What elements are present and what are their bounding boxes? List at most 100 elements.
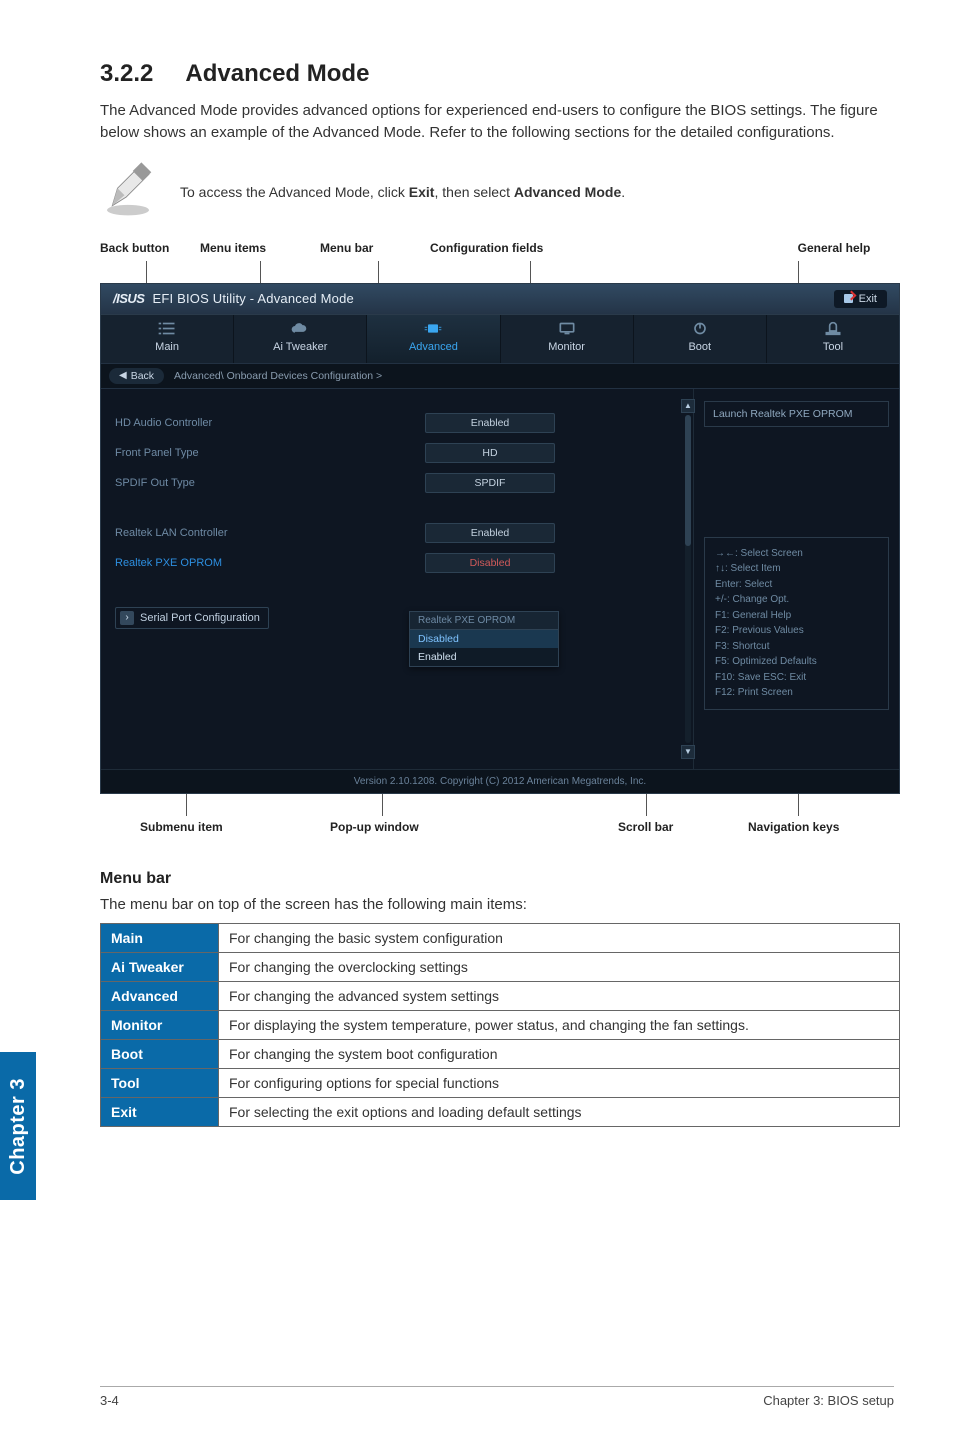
exit-icon (844, 294, 853, 303)
row-hd-audio-value[interactable]: Enabled (425, 413, 555, 433)
chevron-right-icon: › (120, 611, 134, 625)
note-row: To access the Advanced Mode, click Exit,… (100, 162, 894, 223)
section-title-text: Advanced Mode (185, 60, 369, 87)
table-key: Tool (101, 1068, 219, 1097)
bios-title: EFI BIOS Utility - Advanced Mode (152, 291, 353, 306)
navkey-line: F5: Optimized Defaults (715, 654, 878, 670)
table-row: AdvancedFor changing the advanced system… (101, 981, 900, 1010)
navkey-line: ↑↓: Select Item (715, 561, 878, 577)
tab-boot[interactable]: Boot (634, 315, 767, 363)
bios-breadcrumb-row: ◀ Back Advanced\ Onboard Devices Configu… (101, 363, 899, 389)
scroll-up-button[interactable]: ▲ (681, 399, 695, 413)
tab-advanced-label: Advanced (409, 341, 458, 353)
navkey-line: F12: Print Screen (715, 685, 878, 701)
row-hd-audio-label: HD Audio Controller (115, 417, 415, 429)
row-front-panel-label: Front Panel Type (115, 447, 415, 459)
popup-option-disabled[interactable]: Disabled (410, 630, 558, 648)
help-text: Launch Realtek PXE OPROM (704, 401, 889, 427)
table-row: MonitorFor displaying the system tempera… (101, 1010, 900, 1039)
top-callout-labels: Back button Menu items Menu bar Configur… (100, 241, 894, 255)
row-spdif-value[interactable]: SPDIF (425, 473, 555, 493)
menu-bar-desc: The menu bar on top of the screen has th… (100, 896, 894, 913)
navkey-line: F2: Previous Values (715, 623, 878, 639)
row-spdif-label: SPDIF Out Type (115, 477, 415, 489)
label-back-button: Back button (100, 241, 200, 255)
note-text: To access the Advanced Mode, click Exit,… (180, 184, 625, 200)
row-serial: › Serial Port Configuration (115, 607, 683, 629)
page-footer: 3-4 Chapter 3: BIOS setup (100, 1386, 894, 1408)
section-heading: 3.2.2 Advanced Mode (100, 60, 894, 88)
page-number: 3-4 (100, 1393, 119, 1408)
bios-help-panel: Launch Realtek PXE OPROM →←: Select Scre… (693, 389, 899, 769)
section-number: 3.2.2 (100, 60, 153, 88)
row-pxe: Realtek PXE OPROM Disabled (115, 553, 683, 573)
back-button[interactable]: ◀ Back (109, 368, 164, 384)
page-chapter: Chapter 3: BIOS setup (763, 1393, 894, 1408)
label-general-help: General help (774, 241, 894, 255)
chapter-side-tab: Chapter 3 (0, 1052, 36, 1200)
row-front-panel-value[interactable]: HD (425, 443, 555, 463)
table-row: Ai TweakerFor changing the overclocking … (101, 952, 900, 981)
tab-tool-label: Tool (823, 341, 843, 353)
leader-line-top (100, 261, 900, 283)
tool-icon (823, 321, 843, 337)
table-key: Exit (101, 1097, 219, 1126)
label-nav-keys: Navigation keys (748, 820, 839, 834)
tab-main-label: Main (155, 341, 179, 353)
exit-button-label: Exit (859, 293, 877, 305)
table-row: BootFor changing the system boot configu… (101, 1039, 900, 1068)
navkey-line: F10: Save ESC: Exit (715, 670, 878, 686)
scroll-track-bar[interactable] (685, 415, 691, 743)
submenu-serial-port[interactable]: › Serial Port Configuration (115, 607, 269, 629)
table-key: Ai Tweaker (101, 952, 219, 981)
bios-scrollbar[interactable]: ▲ ▼ (681, 399, 695, 759)
table-row: ExitFor selecting the exit options and l… (101, 1097, 900, 1126)
label-popup: Pop-up window (330, 820, 419, 834)
list-icon (157, 321, 177, 337)
power-icon (690, 321, 710, 337)
navkey-line: F3: Shortcut (715, 639, 878, 655)
table-key: Advanced (101, 981, 219, 1010)
table-val: For changing the basic system configurat… (219, 923, 900, 952)
table-key: Monitor (101, 1010, 219, 1039)
table-val: For changing the overclocking settings (219, 952, 900, 981)
tab-main[interactable]: Main (101, 315, 234, 363)
table-val: For changing the system boot configurati… (219, 1039, 900, 1068)
bios-window: /ISUS EFI BIOS Utility - Advanced Mode E… (100, 283, 900, 794)
submenu-serial-port-label: Serial Port Configuration (140, 612, 260, 624)
label-menu-bar: Menu bar (320, 241, 430, 255)
table-val: For changing the advanced system setting… (219, 981, 900, 1010)
row-pxe-value[interactable]: Disabled (425, 553, 555, 573)
exit-button[interactable]: Exit (834, 290, 887, 308)
bios-titlebar: /ISUS EFI BIOS Utility - Advanced Mode E… (101, 284, 899, 315)
tab-ai-label: Ai Tweaker (273, 341, 327, 353)
bios-tab-bar: Main Ai Tweaker Advanced Monitor Boot To… (101, 315, 899, 363)
tab-ai-tweaker[interactable]: Ai Tweaker (234, 315, 367, 363)
table-val: For displaying the system temperature, p… (219, 1010, 900, 1039)
navkey-line: +/-: Change Opt. (715, 592, 878, 608)
popup-window: Realtek PXE OPROM Disabled Enabled (409, 611, 559, 667)
row-lan-value[interactable]: Enabled (425, 523, 555, 543)
row-lan: Realtek LAN Controller Enabled (115, 523, 683, 543)
brand-logo-icon: /ISUS (113, 291, 144, 306)
table-key: Boot (101, 1039, 219, 1068)
scroll-thumb[interactable] (685, 415, 691, 546)
tab-tool[interactable]: Tool (767, 315, 899, 363)
navkey-line: Enter: Select (715, 577, 878, 593)
table-key: Main (101, 923, 219, 952)
label-menu-items: Menu items (200, 241, 320, 255)
label-scroll-bar: Scroll bar (618, 820, 673, 834)
tab-monitor-label: Monitor (548, 341, 585, 353)
navigation-keys-panel: →←: Select Screen ↑↓: Select Item Enter:… (704, 537, 889, 710)
breadcrumb-text: Advanced\ Onboard Devices Configuration … (174, 370, 382, 382)
label-submenu-item: Submenu item (140, 820, 223, 834)
bios-settings-panel: HD Audio Controller Enabled Front Panel … (101, 389, 693, 769)
scroll-down-button[interactable]: ▼ (681, 745, 695, 759)
popup-option-enabled[interactable]: Enabled (410, 648, 558, 666)
tab-monitor[interactable]: Monitor (501, 315, 634, 363)
tab-advanced[interactable]: Advanced (367, 315, 500, 363)
tab-boot-label: Boot (688, 341, 711, 353)
monitor-icon (557, 321, 577, 337)
bios-footer: Version 2.10.1208. Copyright (C) 2012 Am… (101, 769, 899, 793)
menu-bar-heading: Menu bar (100, 870, 894, 888)
